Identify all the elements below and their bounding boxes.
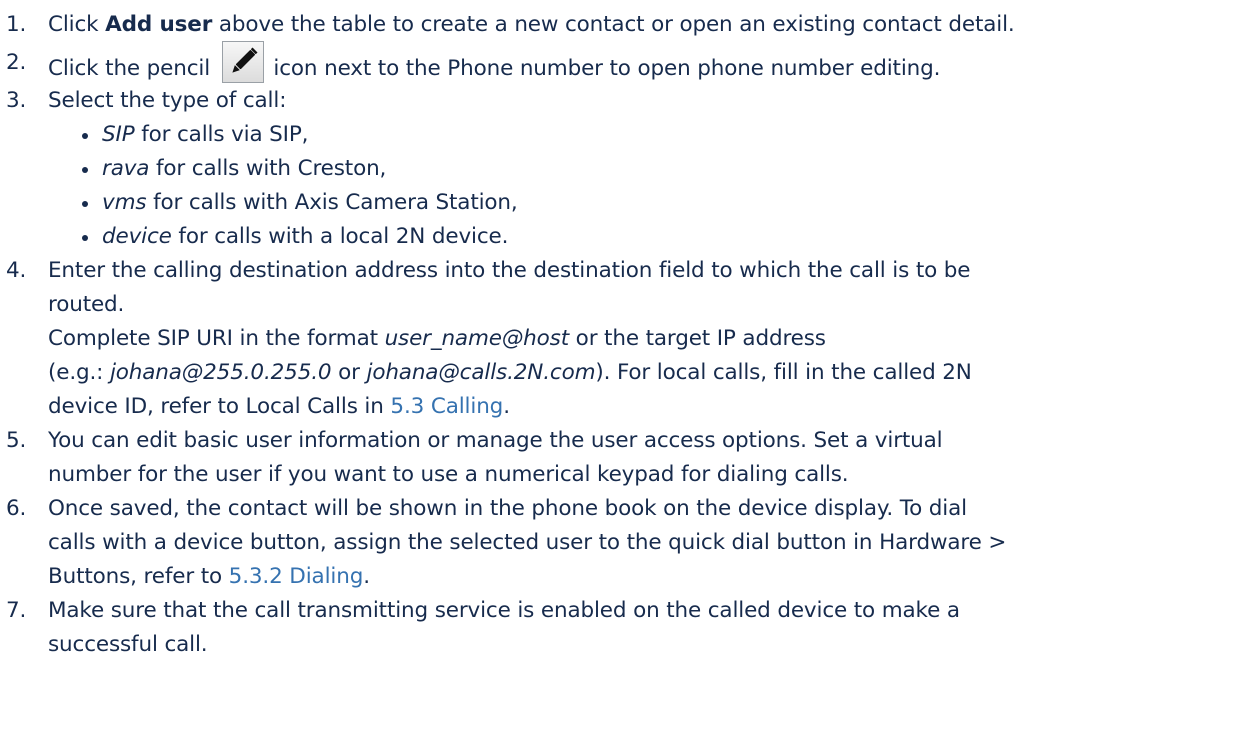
uri-format: user_name@host <box>384 326 570 351</box>
list-item: rava for calls with Creston, <box>82 152 1247 186</box>
text-fragment: or the target IP address <box>569 326 826 351</box>
step-number: 4. <box>6 258 27 283</box>
list-item: vms for calls with Axis Camera Station, <box>82 186 1247 220</box>
text-fragment: . <box>503 394 510 419</box>
step-text: Select the type of call: <box>48 88 287 113</box>
example-address: johana@calls.2N.com <box>366 360 596 385</box>
step-text-line: number for the user if you want to use a… <box>48 462 849 487</box>
example-address: johana@255.0.255.0 <box>109 360 332 385</box>
step-text-line: Buttons, refer to 5.3.2 Dialing. <box>48 560 1243 594</box>
step-4: 4. Enter the calling destination address… <box>6 254 1247 424</box>
text-fragment: Buttons, refer to <box>48 564 229 589</box>
step-number: 1. <box>6 12 27 37</box>
step-7: 7. Make sure that the call transmitting … <box>6 594 1247 662</box>
step-text-line: (e.g.: johana@255.0.255.0 or johana@call… <box>48 356 1243 390</box>
call-type-list: SIP for calls via SIP, rava for calls wi… <box>6 118 1247 254</box>
step-text-line: calls with a device button, assign the s… <box>48 530 1007 555</box>
text-fragment: for calls via SIP, <box>134 122 309 147</box>
text-fragment: icon next to the Phone number to open ph… <box>266 55 941 81</box>
step-text-line: Enter the calling destination address in… <box>48 258 971 283</box>
text-fragment: or <box>331 360 367 385</box>
call-type-term: SIP <box>102 122 135 147</box>
step-text: Click Add user above the table to create… <box>48 8 1243 42</box>
add-user-label: Add user <box>105 12 213 37</box>
call-type-term: device <box>102 224 172 249</box>
step-text-line: successful call. <box>48 632 208 657</box>
text-fragment: for calls with Axis Camera Station, <box>146 190 518 215</box>
pencil-edit-icon <box>221 40 264 83</box>
step-3: 3. Select the type of call: <box>6 84 1247 118</box>
step-1: 1. Click Add user above the table to cre… <box>6 8 1247 42</box>
step-text-line: Once saved, the contact will be shown in… <box>48 496 967 521</box>
text-fragment: Complete SIP URI in the format <box>48 326 385 351</box>
step-text-line: Complete SIP URI in the format user_name… <box>48 322 1243 356</box>
step-number: 7. <box>6 598 27 623</box>
text-fragment: Click <box>48 12 106 37</box>
text-fragment: Click the pencil <box>48 55 217 81</box>
step-text: Click the pencil icon next to the Phone … <box>48 40 1243 86</box>
call-type-term: rava <box>102 156 150 181</box>
step-text-line: device ID, refer to Local Calls in 5.3 C… <box>48 390 1243 424</box>
step-text-line: routed. <box>48 292 125 317</box>
text-fragment: for calls with a local 2N device. <box>171 224 509 249</box>
text-fragment: above the table to create a new contact … <box>212 12 1015 37</box>
step-number: 3. <box>6 88 27 113</box>
step-5: 5. You can edit basic user information o… <box>6 424 1247 492</box>
calling-section-link[interactable]: 5.3 Calling <box>390 394 503 419</box>
step-number: 6. <box>6 496 27 521</box>
text-fragment: for calls with Creston, <box>149 156 387 181</box>
text-fragment: . <box>363 564 370 589</box>
call-type-term: vms <box>102 190 147 215</box>
list-item: device for calls with a local 2N device. <box>82 220 1247 254</box>
step-2: 2. Click the pencil icon next to the Pho… <box>6 40 1247 86</box>
list-item: SIP for calls via SIP, <box>82 118 1247 152</box>
text-fragment: ). For local calls, fill in the called 2… <box>595 360 972 385</box>
text-fragment: device ID, refer to Local Calls in <box>48 394 391 419</box>
dialing-section-link[interactable]: 5.3.2 Dialing <box>229 564 364 589</box>
step-number: 2. <box>6 50 27 75</box>
text-fragment: (e.g.: <box>48 360 110 385</box>
step-6: 6. Once saved, the contact will be shown… <box>6 492 1247 594</box>
instruction-document: 1. Click Add user above the table to cre… <box>0 0 1247 749</box>
step-text-line: You can edit basic user information or m… <box>48 428 943 453</box>
step-number: 5. <box>6 428 27 453</box>
step-text-line: Make sure that the call transmitting ser… <box>48 598 960 623</box>
